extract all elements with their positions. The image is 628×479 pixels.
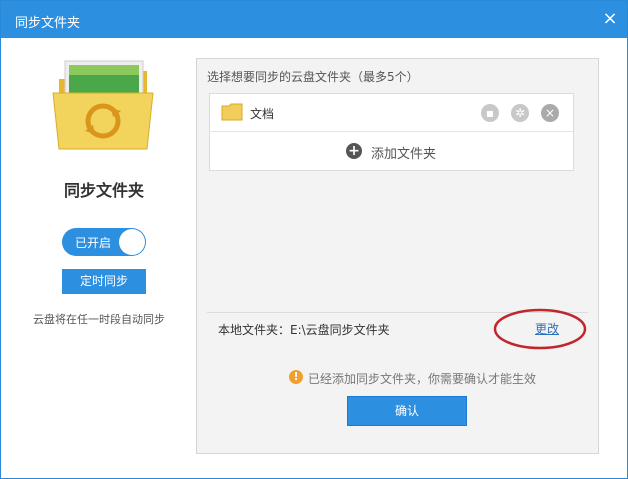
plus-icon: + xyxy=(346,143,362,159)
open-folder-icon[interactable]: ▪ xyxy=(481,104,499,122)
left-panel: 同步文件夹 已开启 定时同步 云盘将在任一时段自动同步 xyxy=(1,38,195,478)
folder-name: 文档 xyxy=(250,107,275,121)
warning-text: 已经添加同步文件夹，你需要确认才能生效 xyxy=(308,372,537,386)
confirm-button[interactable]: 确认 xyxy=(347,396,467,426)
gear-icon[interactable]: ✲ xyxy=(511,104,529,122)
sync-folder-icon xyxy=(52,60,154,150)
folder-list: 文档 ▪ ✲ × + 添加文件夹 xyxy=(209,93,574,171)
scheduled-sync-button[interactable]: 定时同步 xyxy=(62,269,146,294)
title-bar: 同步文件夹 × xyxy=(1,1,627,38)
select-hint: 选择想要同步的云盘文件夹（最多5个） xyxy=(207,70,419,84)
left-title: 同步文件夹 xyxy=(63,181,144,200)
sync-toggle[interactable]: 已开启 xyxy=(62,228,146,256)
add-folder-button[interactable]: + 添加文件夹 xyxy=(210,132,573,170)
remove-icon[interactable]: × xyxy=(541,104,559,122)
close-icon[interactable]: × xyxy=(599,8,621,30)
add-folder-label: 添加文件夹 xyxy=(371,147,437,162)
toggle-label: 已开启 xyxy=(75,236,112,250)
local-folder-path: 本地文件夹：E:\云盘同步文件夹 xyxy=(218,323,390,337)
left-description: 云盘将在任一时段自动同步 xyxy=(33,313,165,326)
folder-icon xyxy=(221,103,243,121)
warning-icon: ! xyxy=(289,370,303,384)
right-panel: 选择想要同步的云盘文件夹（最多5个） 文档 ▪ ✲ × + 添加文件夹 本地文件… xyxy=(196,58,599,454)
list-item[interactable]: 文档 ▪ ✲ × xyxy=(210,94,573,132)
dialog-title: 同步文件夹 xyxy=(15,16,81,31)
toggle-knob xyxy=(119,229,145,255)
sync-folder-dialog: 同步文件夹 × 同步文件夹 已开启 定时同步 云盘将在任一时段自动同步 选择想要… xyxy=(0,0,628,479)
annotation-ellipse xyxy=(493,308,587,350)
